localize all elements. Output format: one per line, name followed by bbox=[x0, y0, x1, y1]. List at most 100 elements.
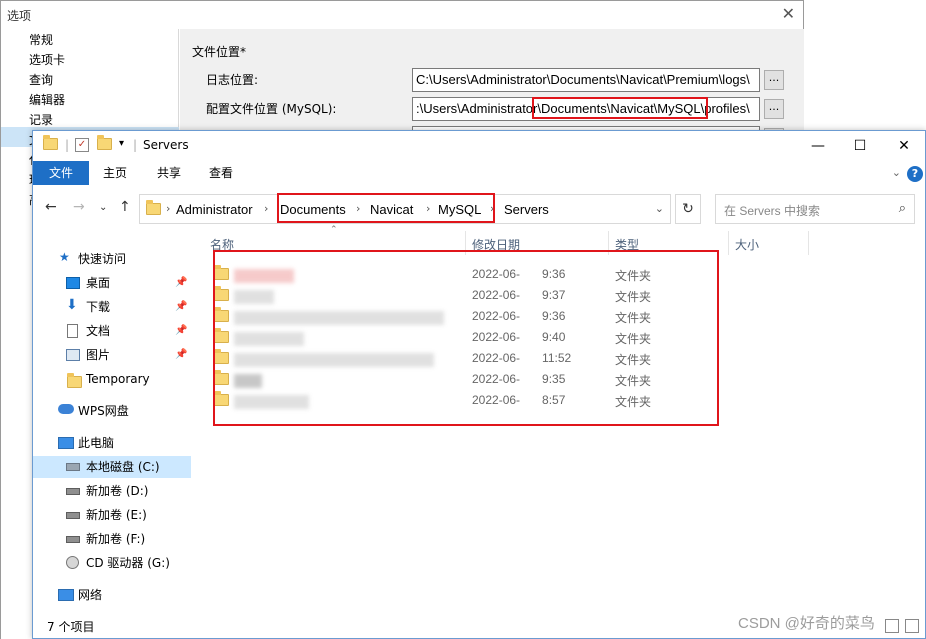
chevron-right-icon[interactable]: › bbox=[426, 202, 430, 215]
tab-file[interactable]: 文件 bbox=[33, 161, 89, 185]
tab-share[interactable]: 共享 bbox=[143, 161, 195, 185]
recent-locations-icon[interactable]: ⌄ bbox=[99, 202, 107, 213]
file-location-heading: 文件位置* bbox=[192, 45, 247, 59]
close-icon[interactable]: ✕ bbox=[782, 4, 795, 23]
log-location-field[interactable]: C:\Users\Administrator\Documents\Navicat… bbox=[412, 68, 760, 92]
table-row[interactable]: 2022-06- 9:37 文件夹 bbox=[192, 285, 892, 306]
column-divider[interactable] bbox=[728, 231, 729, 255]
tab-home[interactable]: 主页 bbox=[89, 161, 141, 185]
sidebar-item-label: CD 驱动器 (G:) bbox=[86, 556, 170, 570]
options-nav-general[interactable]: 常规 bbox=[29, 31, 53, 48]
ribbon-expand-icon[interactable]: ⌄ bbox=[892, 166, 901, 179]
search-icon[interactable]: ⌕ bbox=[899, 201, 906, 216]
profile-location-field[interactable]: :\Users\Administrator\Documents\Navicat\… bbox=[412, 97, 760, 121]
options-nav-editor[interactable]: 编辑器 bbox=[29, 91, 65, 108]
log-browse-button[interactable]: ... bbox=[764, 70, 784, 90]
ribbon: 文件 主页 共享 查看 ⌄ ? bbox=[33, 161, 925, 187]
file-name-redacted bbox=[232, 393, 452, 409]
column-divider[interactable] bbox=[465, 231, 466, 255]
sidebar-item-documents[interactable]: 文档 📌 bbox=[33, 320, 191, 342]
close-icon[interactable]: ✕ bbox=[889, 135, 919, 157]
column-header-size[interactable]: 大小 bbox=[735, 236, 759, 253]
divider: | bbox=[65, 138, 70, 152]
sidebar-item-drive-g[interactable]: CD 驱动器 (G:) bbox=[33, 552, 191, 574]
sidebar-item-this-pc[interactable]: 此电脑 bbox=[33, 432, 191, 454]
sidebar-item-quick-access[interactable]: ★ 快速访问 bbox=[33, 248, 191, 270]
table-row[interactable]: 2022-06- 11:52 文件夹 bbox=[192, 348, 892, 369]
sidebar-item-drive-d[interactable]: 新加卷 (D:) bbox=[33, 480, 191, 502]
breadcrumb-documents[interactable]: Documents bbox=[280, 202, 346, 217]
table-row[interactable]: 2022-06- 8:57 文件夹 bbox=[192, 390, 892, 411]
sidebar-item-drive-c[interactable]: 本地磁盘 (C:) bbox=[33, 456, 191, 478]
chevron-right-icon[interactable]: › bbox=[166, 202, 170, 215]
sidebar-item-pictures[interactable]: 图片 📌 bbox=[33, 344, 191, 366]
sidebar-item-temporary[interactable]: Temporary bbox=[33, 368, 191, 390]
file-name-redacted bbox=[232, 351, 452, 367]
chevron-right-icon[interactable]: › bbox=[264, 202, 268, 215]
search-input[interactable]: 在 Servers 中搜索 ⌕ bbox=[715, 194, 915, 224]
forward-icon[interactable]: → bbox=[73, 199, 85, 215]
up-icon[interactable]: ↑ bbox=[119, 199, 131, 215]
pin-icon[interactable]: 📌 bbox=[175, 320, 187, 342]
breadcrumb-mysql[interactable]: MySQL bbox=[438, 202, 481, 217]
redaction bbox=[234, 290, 274, 304]
sidebar-item-wps-cloud[interactable]: WPS网盘 bbox=[33, 400, 191, 422]
options-nav-tabs[interactable]: 选项卡 bbox=[29, 51, 65, 68]
folder-icon bbox=[146, 200, 161, 218]
minimize-icon[interactable]: — bbox=[803, 135, 833, 157]
address-bar[interactable]: › Administrator › Documents › Navicat › … bbox=[139, 194, 671, 224]
sidebar-item-downloads[interactable]: ⬇ 下载 📌 bbox=[33, 296, 191, 318]
sidebar-item-label: 新加卷 (D:) bbox=[86, 484, 149, 498]
table-row[interactable]: 2022-06- 9:40 文件夹 bbox=[192, 327, 892, 348]
sidebar-item-desktop[interactable]: 桌面 📌 bbox=[33, 272, 191, 294]
help-icon[interactable]: ? bbox=[907, 166, 923, 182]
details-view-icon[interactable] bbox=[885, 619, 899, 633]
pin-icon[interactable]: 📌 bbox=[175, 344, 187, 366]
column-header-date[interactable]: 修改日期 bbox=[472, 236, 520, 253]
breadcrumb-navicat[interactable]: Navicat bbox=[370, 202, 413, 217]
sidebar-item-drive-f[interactable]: 新加卷 (F:) bbox=[33, 528, 191, 550]
sidebar-item-label: WPS网盘 bbox=[78, 404, 129, 418]
back-icon[interactable]: ← bbox=[45, 199, 57, 215]
table-row[interactable]: 2022-06- 9:36 文件夹 bbox=[192, 264, 892, 285]
refresh-icon[interactable]: ↻ bbox=[675, 194, 701, 224]
maximize-icon[interactable]: ☐ bbox=[845, 135, 875, 157]
folder-icon bbox=[214, 286, 229, 304]
large-icons-view-icon[interactable] bbox=[905, 619, 919, 633]
divider: | bbox=[133, 138, 138, 152]
options-titlebar: 选项 ✕ bbox=[1, 1, 803, 29]
drive-icon bbox=[66, 463, 80, 471]
cloud-icon bbox=[58, 404, 74, 414]
profile-browse-button[interactable]: ... bbox=[764, 99, 784, 119]
chevron-down-icon[interactable]: ⌄ bbox=[655, 202, 664, 215]
breadcrumb-administrator[interactable]: Administrator bbox=[176, 202, 253, 217]
table-row[interactable]: 2022-06- 9:36 文件夹 bbox=[192, 306, 892, 327]
chevron-right-icon[interactable]: › bbox=[356, 202, 360, 215]
sidebar-item-label: 图片 bbox=[86, 348, 111, 362]
file-date: 2022-06- 9:36 bbox=[472, 309, 565, 323]
search-placeholder: 在 Servers 中搜索 bbox=[724, 204, 821, 218]
redaction bbox=[234, 395, 309, 409]
sidebar-item-drive-e[interactable]: 新加卷 (E:) bbox=[33, 504, 191, 526]
log-location-label: 日志位置: bbox=[206, 73, 259, 87]
new-folder-icon[interactable] bbox=[97, 135, 112, 153]
table-row[interactable]: 2022-06- 9:35 文件夹 bbox=[192, 369, 892, 390]
customize-toolbar-icon[interactable]: ▾ bbox=[119, 138, 124, 149]
sidebar-item-network[interactable]: 网络 bbox=[33, 584, 191, 606]
file-name-redacted bbox=[232, 267, 452, 283]
options-nav-records[interactable]: 记录 bbox=[29, 111, 53, 128]
download-icon: ⬇ bbox=[66, 297, 78, 313]
properties-icon[interactable]: ✓ bbox=[75, 138, 89, 152]
column-header-type[interactable]: 类型 bbox=[615, 236, 639, 253]
tab-view[interactable]: 查看 bbox=[195, 161, 247, 185]
pin-icon[interactable]: 📌 bbox=[175, 272, 187, 294]
options-nav-query[interactable]: 查询 bbox=[29, 71, 53, 88]
file-date: 2022-06- 8:57 bbox=[472, 393, 565, 407]
column-header-name[interactable]: 名称 bbox=[210, 236, 234, 253]
pin-icon[interactable]: 📌 bbox=[175, 296, 187, 318]
file-type: 文件夹 bbox=[615, 332, 652, 346]
chevron-right-icon[interactable]: › bbox=[490, 202, 494, 215]
breadcrumb-servers[interactable]: Servers bbox=[504, 202, 549, 217]
column-divider[interactable] bbox=[808, 231, 809, 255]
column-divider[interactable] bbox=[608, 231, 609, 255]
